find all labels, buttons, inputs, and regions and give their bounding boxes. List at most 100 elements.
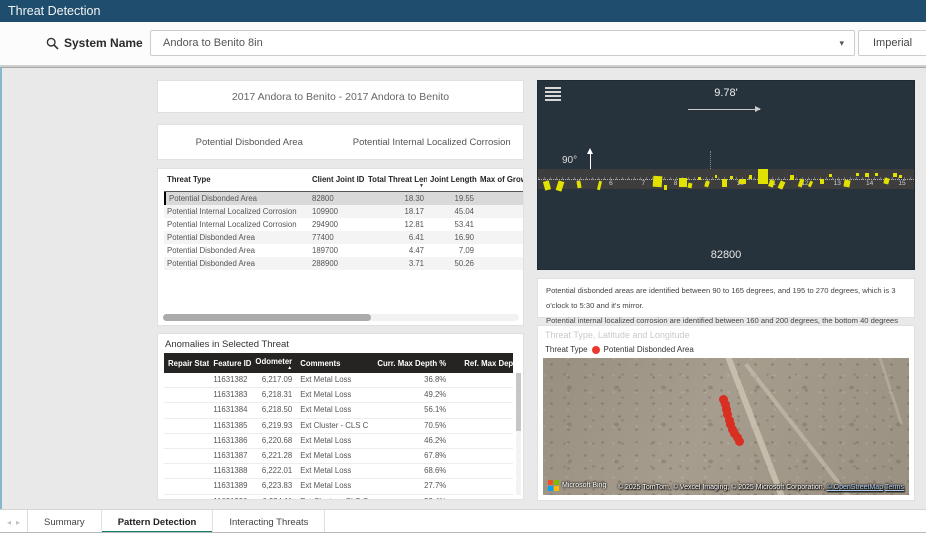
table-cell: 0.00% bbox=[477, 257, 523, 270]
column-header[interactable]: Max of Growth Rate (Per Year) bbox=[477, 175, 523, 190]
anomaly-table-row[interactable]: 11631384 6,218.50 Ext Metal Loss 56.1% bbox=[164, 403, 513, 419]
table-cell: Ext Metal Loss bbox=[300, 435, 352, 445]
anomalies-table-header: Repair StatusFeature IDOdometer▲Comments… bbox=[164, 353, 513, 373]
description-line-1: Potential disbonded areas are identified… bbox=[546, 286, 896, 310]
button-potential-disbonded-area[interactable]: Potential Disbonded Area bbox=[158, 137, 341, 148]
anomaly-marker bbox=[820, 178, 824, 184]
column-header[interactable]: Feature ID bbox=[209, 359, 251, 368]
anomaly-table-row[interactable]: 11631383 6,218.31 Ext Metal Loss 49.2% bbox=[164, 388, 513, 404]
table-cell: Ext Cluster - CLS C bbox=[300, 420, 369, 430]
system-name-dropdown[interactable]: Andora to Benito 8in ▾ bbox=[150, 30, 855, 56]
tab-nav-next-icon[interactable]: ▸ bbox=[16, 518, 20, 527]
table-cell: Potential Internal Localized Corrosion bbox=[167, 207, 297, 216]
column-header[interactable]: Curr. Max Depth % bbox=[373, 359, 460, 368]
table-cell: 6,217.09 bbox=[261, 375, 293, 384]
map-threat-dot[interactable] bbox=[735, 437, 745, 447]
table-cell: 0.00% bbox=[477, 244, 523, 257]
anomaly-table-row[interactable]: 11631385 6,219.93 Ext Cluster - CLS C 70.5% bbox=[164, 419, 513, 434]
anomaly-marker bbox=[697, 176, 701, 180]
legend-color-dot bbox=[591, 345, 600, 354]
attribution-text: © 2025 TomTom, © Vexcel Imaging, © 2025 … bbox=[617, 484, 827, 491]
joint-id-label: 82800 bbox=[710, 249, 742, 261]
threat-table-row[interactable]: Potential Internal Localized Corrosion 29… bbox=[164, 218, 523, 231]
threat-table-row[interactable]: Potential Disbonded Area 288900 3.71 50.260… bbox=[164, 257, 523, 270]
sort-desc-icon: ▼ bbox=[419, 183, 424, 189]
anomaly-marker bbox=[722, 179, 728, 187]
table-cell bbox=[460, 403, 513, 417]
map-legend: Threat Type Potential Disbonded Area bbox=[545, 345, 694, 354]
report-tab-bar: ◂ ▸ Summary Pattern Detection Interacting … bbox=[0, 509, 926, 532]
microsoft-logo-icon bbox=[548, 480, 559, 491]
anomaly-table-row[interactable]: 116313906,224.11Ext Cluster - CLS C52.4% bbox=[164, 495, 513, 500]
threat-table: Threat Type Client Joint ID Total Threat L… bbox=[164, 175, 523, 270]
table-cell: Potential Internal Localized Corrosion bbox=[167, 220, 297, 229]
column-header[interactable]: Repair Status bbox=[164, 359, 209, 368]
terms-link[interactable]: Terms bbox=[885, 484, 904, 491]
unit-value: Imperial bbox=[873, 37, 913, 49]
vertical-scrollbar-thumb[interactable] bbox=[516, 373, 521, 431]
anomaly-marker bbox=[748, 175, 752, 179]
column-header[interactable]: Ref. Max Depth % bbox=[460, 359, 513, 368]
anomaly-table-row[interactable]: 11631387 6,221.28 Ext Metal Loss 67.8% bbox=[164, 449, 513, 465]
table-cell bbox=[460, 464, 513, 478]
column-header[interactable]: Threat Type bbox=[164, 175, 309, 190]
table-cell: 6,218.50 bbox=[261, 405, 293, 415]
anomaly-table-row[interactable]: 11631382 6,217.09 Ext Metal Loss 36.8% bbox=[164, 373, 513, 389]
description-card: Potential disbonded areas are identified… bbox=[537, 278, 915, 339]
table-cell bbox=[164, 373, 209, 387]
threat-table-row[interactable]: Potential Disbonded Area 82800 18.30 19.550… bbox=[164, 192, 523, 205]
anomaly-marker bbox=[865, 173, 870, 177]
horizontal-scrollbar-thumb[interactable] bbox=[163, 314, 371, 321]
horizontal-scrollbar[interactable] bbox=[163, 314, 519, 321]
table-cell: 19.55 bbox=[454, 194, 474, 203]
table-cell bbox=[164, 479, 209, 493]
column-header[interactable]: Client Joint ID bbox=[309, 175, 365, 190]
anomaly-table-row[interactable]: 11631386 6,220.68 Ext Metal Loss 46.2% bbox=[164, 434, 513, 449]
threat-table-row[interactable]: Potential Disbonded Area 189700 4.47 7.090.… bbox=[164, 244, 523, 257]
table-cell: 4.47 bbox=[408, 246, 424, 255]
table-cell: Ext Metal Loss bbox=[300, 466, 352, 476]
table-cell: 6,222.01 bbox=[261, 466, 293, 476]
table-cell: 11631388 bbox=[213, 466, 248, 476]
table-cell: 82800 bbox=[312, 194, 334, 203]
table-cell: 0.00% bbox=[477, 218, 523, 231]
table-cell: 16.90 bbox=[454, 233, 474, 242]
unit-selector[interactable]: Imperial bbox=[858, 30, 926, 56]
table-cell bbox=[460, 495, 513, 500]
table-cell: 0.00% bbox=[477, 205, 523, 218]
anomaly-marker bbox=[663, 184, 667, 190]
button-potential-internal-localized-corrosion[interactable]: Potential Internal Localized Corrosion bbox=[341, 137, 524, 148]
table-cell: 294900 bbox=[312, 220, 339, 229]
openstreetmap-link[interactable]: © OpenStreetMap bbox=[827, 484, 884, 491]
table-cell bbox=[460, 419, 513, 433]
tab-pattern-detection[interactable]: Pattern Detection bbox=[101, 510, 214, 532]
column-header[interactable]: Joint Length bbox=[427, 175, 477, 190]
ruler-tick-label: 7 bbox=[641, 180, 646, 187]
table-cell: 288900 bbox=[312, 259, 339, 268]
table-cell: 77400 bbox=[312, 233, 334, 242]
tab-nav: ◂ ▸ bbox=[0, 510, 29, 532]
tab-summary[interactable]: Summary bbox=[28, 510, 102, 532]
vertical-scrollbar[interactable] bbox=[516, 373, 521, 495]
chevron-down-icon[interactable]: ▾ bbox=[839, 31, 844, 55]
column-header[interactable]: Total Threat Length▼ bbox=[365, 175, 427, 190]
threat-length-label: 9.78' bbox=[714, 87, 738, 99]
app-titlebar: Threat Detection bbox=[0, 0, 926, 22]
map-track bbox=[744, 363, 866, 495]
anomaly-table-row[interactable]: 11631388 6,222.01 Ext Metal Loss 68.6% bbox=[164, 464, 513, 480]
tab-nav-prev-icon[interactable]: ◂ bbox=[7, 518, 11, 527]
anomaly-table-row[interactable]: 11631389 6,223.83 Ext Metal Loss 27.7% bbox=[164, 479, 513, 495]
threat-table-row[interactable]: Potential Disbonded Area 77400 6.41 16.900.… bbox=[164, 231, 523, 244]
threat-table-row[interactable]: Potential Internal Localized Corrosion 10… bbox=[164, 205, 523, 218]
table-cell bbox=[460, 388, 513, 402]
tab-interacting-threats[interactable]: Interacting Threats bbox=[213, 510, 326, 532]
column-header[interactable]: Comments bbox=[296, 359, 373, 368]
anomaly-marker bbox=[714, 174, 717, 178]
table-cell: Ext Metal Loss bbox=[300, 450, 352, 460]
map-track bbox=[866, 358, 904, 425]
column-header[interactable]: Odometer ▲ bbox=[251, 357, 296, 370]
bing-label: Microsoft Bing bbox=[562, 482, 607, 489]
table-cell: Ext Metal Loss bbox=[300, 390, 352, 400]
satellite-map[interactable]: Microsoft Bing © 2025 TomTom, © Vexcel I… bbox=[543, 358, 909, 495]
system-name-value: Andora to Benito 8in bbox=[163, 37, 263, 49]
